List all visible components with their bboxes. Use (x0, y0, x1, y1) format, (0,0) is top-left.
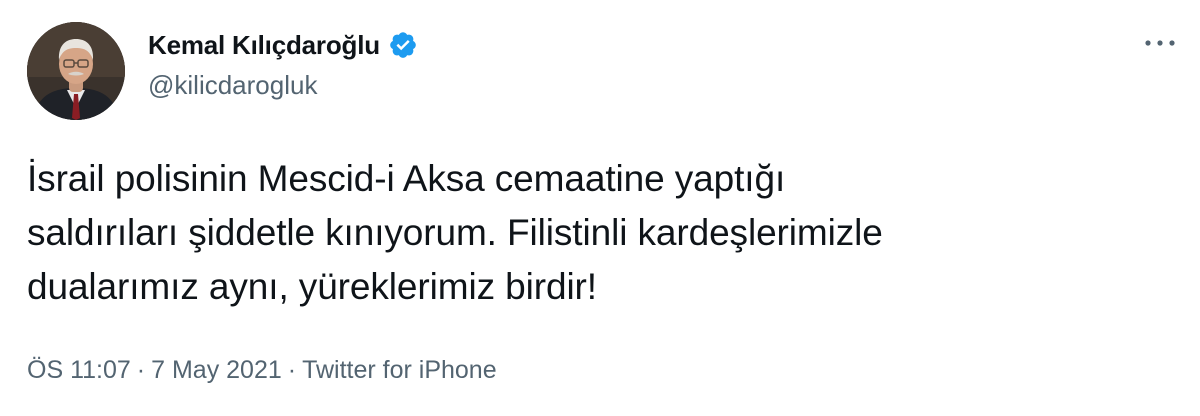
tweet-time[interactable]: ÖS 11:07 (27, 356, 131, 385)
avatar[interactable] (27, 22, 125, 120)
tweet-meta: ÖS 11:07 · 7 May 2021 · Twitter for iPho… (27, 356, 497, 385)
meta-separator: · (287, 356, 297, 384)
tweet-text: İsrail polisinin Mescid-i Aksa cemaatine… (27, 158, 883, 307)
meta-separator: · (136, 356, 146, 384)
tweet-header: Kemal Kılıçdaroğlu @kilicdarogluk (148, 28, 418, 101)
author-handle[interactable]: @kilicdarogluk (148, 70, 418, 101)
avatar-portrait (27, 22, 125, 120)
more-options-icon[interactable] (1140, 28, 1180, 58)
name-row: Kemal Kılıçdaroğlu (148, 28, 418, 62)
verified-badge-icon (388, 30, 418, 60)
author-display-name[interactable]: Kemal Kılıçdaroğlu (148, 30, 380, 61)
tweet-source[interactable]: Twitter for iPhone (302, 356, 497, 385)
tweet-date[interactable]: 7 May 2021 (151, 356, 282, 385)
tweet: Kemal Kılıçdaroğlu @kilicdarogluk İsrail… (0, 0, 1200, 416)
